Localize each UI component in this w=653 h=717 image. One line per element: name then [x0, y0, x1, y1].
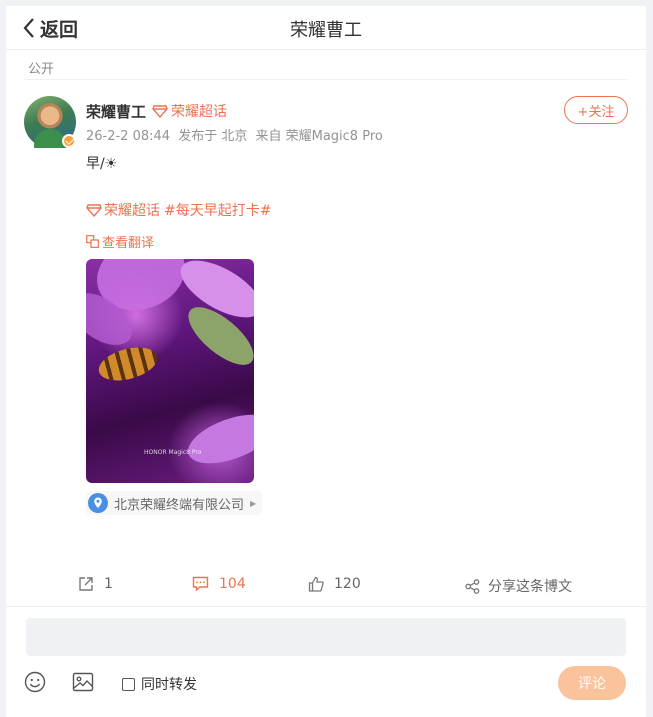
location-label: 北京荣耀终端有限公司	[114, 497, 245, 513]
tag-hashtag[interactable]: #每天早起打卡#	[164, 200, 271, 220]
caret-right-icon: ▶	[250, 498, 257, 508]
post-time[interactable]: 26-2-2 08:44	[86, 129, 170, 144]
avatar[interactable]	[24, 96, 76, 148]
comment-button[interactable]: 104	[192, 576, 246, 592]
repost-icon	[79, 577, 93, 591]
location-tag[interactable]: 北京荣耀终端有限公司 ▶	[86, 491, 263, 515]
share-label: 分享这条博文	[488, 579, 572, 595]
comment-submit-button[interactable]: 评论	[558, 666, 626, 700]
post-tags: 荣耀超话 #每天早起打卡#	[86, 200, 275, 220]
post-location-text: 发布于 北京	[178, 129, 248, 144]
comment-input[interactable]	[26, 618, 626, 656]
tag-supertopic[interactable]: 荣耀超话	[104, 200, 160, 220]
verified-badge-icon	[62, 134, 76, 148]
post-source: 来自 荣耀Magic8 Pro	[255, 129, 383, 144]
translate-icon	[86, 235, 99, 248]
repost-checkbox[interactable]	[122, 677, 135, 691]
emoji-icon	[24, 671, 46, 693]
location-pin-icon	[88, 493, 108, 513]
translate-link[interactable]: 查看翻译	[86, 232, 154, 251]
share-button[interactable]: 分享这条博文	[465, 576, 572, 596]
repost-toggle[interactable]: 同时转发	[122, 674, 197, 694]
repost-count: 1	[104, 576, 113, 592]
repost-toggle-label: 同时转发	[141, 677, 197, 693]
image-icon	[72, 672, 94, 692]
photo-bee	[95, 341, 161, 387]
emoji-button[interactable]	[24, 671, 46, 697]
post-meta: 26-2-2 08:44 发布于 北京 来自 荣耀Magic8 Pro	[86, 125, 387, 144]
header-bar: 返回 荣耀曹工	[6, 6, 646, 50]
post-detail-panel: 返回 荣耀曹工 公开 荣耀曹工 荣耀超话 +关注 26-2-2 08:44 发布…	[6, 6, 646, 717]
divider	[6, 606, 646, 607]
repost-button[interactable]: 1	[78, 576, 113, 592]
image-upload-button[interactable]	[72, 671, 94, 697]
comment-icon	[192, 576, 209, 592]
thumbs-up-icon	[308, 576, 324, 592]
diamond-icon	[86, 203, 102, 217]
diamond-icon	[152, 104, 168, 118]
photo-petal	[181, 404, 254, 474]
like-count: 120	[334, 576, 361, 592]
page-title: 荣耀曹工	[290, 20, 362, 41]
visibility-label: 公开	[28, 62, 55, 77]
action-bar: 1 104 120 分享这条博文	[6, 566, 646, 606]
translate-label: 查看翻译	[102, 236, 155, 251]
comment-count: 104	[219, 576, 246, 592]
post-text: 早/☀	[86, 156, 118, 172]
divider	[24, 79, 628, 80]
supertopic-link[interactable]: 荣耀超话	[152, 101, 227, 121]
supertopic-label: 荣耀超话	[171, 104, 227, 120]
share-icon	[465, 578, 480, 594]
post-photo[interactable]: HONOR Magic8 Pro	[86, 259, 254, 483]
username[interactable]: 荣耀曹工	[86, 101, 146, 122]
follow-button[interactable]: +关注	[564, 96, 628, 124]
like-button[interactable]: 120	[308, 576, 361, 592]
photo-watermark: HONOR Magic8 Pro	[144, 449, 202, 456]
